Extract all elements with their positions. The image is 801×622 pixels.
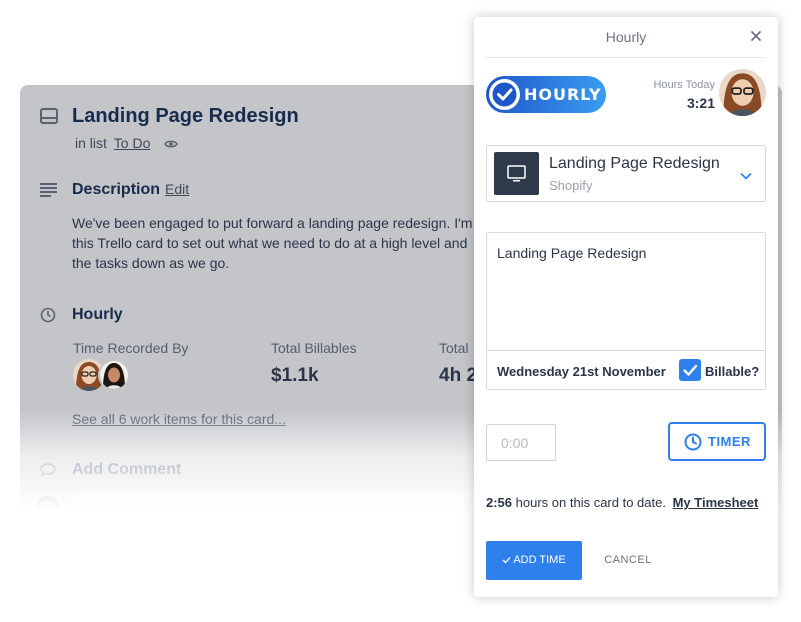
project-select[interactable]: Landing Page Redesign Shopify bbox=[486, 145, 766, 202]
notes-field[interactable]: Landing Page Redesign Wednesday 21st Nov… bbox=[486, 232, 766, 390]
total-billables-value: $1.1k bbox=[271, 365, 319, 386]
clock-icon bbox=[40, 307, 56, 328]
list-link[interactable]: To Do bbox=[114, 135, 151, 151]
eye-icon[interactable] bbox=[164, 136, 179, 152]
notes-footer: Wednesday 21st November Billable? bbox=[487, 350, 765, 389]
avatar[interactable] bbox=[98, 359, 130, 391]
comment-icon bbox=[40, 463, 56, 482]
description-text[interactable]: We've been engaged to put forward a land… bbox=[72, 213, 482, 273]
hours-today-value: 3:21 bbox=[686, 95, 715, 111]
check-icon bbox=[502, 557, 511, 564]
time-recorded-label: Time Recorded By bbox=[73, 340, 189, 356]
avatar[interactable] bbox=[719, 69, 766, 116]
total-billables-label: Total Billables bbox=[271, 340, 357, 356]
hourly-panel: Hourly HOURLY Hours Today 3:21 Landing P… bbox=[474, 17, 778, 597]
notes-value: Landing Page Redesign bbox=[497, 245, 647, 261]
add-time-label: ADD TIME bbox=[486, 554, 582, 566]
card-title[interactable]: Landing Page Redesign bbox=[72, 105, 299, 128]
description-line: this Trello card to set out what we need… bbox=[72, 235, 468, 251]
hours-to-date: 2:56 hours on this card to date. My Time… bbox=[486, 495, 758, 510]
hours-to-date-value: 2:56 bbox=[486, 495, 513, 510]
check-icon bbox=[489, 79, 520, 110]
panel-divider bbox=[486, 57, 766, 58]
logo-text: HOURLY bbox=[524, 85, 602, 104]
hourly-heading: Hourly bbox=[72, 306, 123, 323]
timer-label: TIMER bbox=[708, 434, 751, 449]
in-list-prefix: in list bbox=[75, 135, 107, 151]
total-value: 4h 2 bbox=[439, 365, 478, 386]
my-timesheet-link[interactable]: My Timesheet bbox=[673, 495, 759, 510]
timer-icon bbox=[684, 433, 702, 451]
billable-checkbox[interactable] bbox=[679, 359, 701, 381]
total-label: Total bbox=[439, 340, 469, 356]
description-heading-text: Description bbox=[72, 181, 161, 198]
hours-today-label: Hours Today bbox=[653, 79, 715, 91]
edit-description-link[interactable]: Edit bbox=[165, 181, 189, 197]
description-heading: Description Edit bbox=[72, 181, 189, 199]
list-breadcrumb: in list To Do bbox=[75, 135, 179, 152]
hours-to-date-suffix: hours on this card to date. bbox=[515, 495, 666, 510]
hourly-logo: HOURLY bbox=[486, 76, 606, 113]
add-time-button[interactable]: ADD TIME bbox=[486, 541, 582, 580]
avatar[interactable] bbox=[29, 492, 66, 529]
billable-label: Billable? bbox=[705, 364, 760, 379]
project-name: Landing Page Redesign bbox=[549, 155, 720, 172]
chevron-down-icon[interactable] bbox=[739, 168, 753, 180]
description-line: the tasks down as we go. bbox=[72, 255, 230, 271]
time-input[interactable]: 0:00 bbox=[486, 424, 556, 461]
description-icon bbox=[40, 183, 57, 202]
add-comment-heading: Add Comment bbox=[72, 461, 182, 478]
see-all-work-items-link[interactable]: See all 6 work items for this card... bbox=[72, 411, 286, 427]
close-icon[interactable] bbox=[749, 29, 763, 43]
card-icon bbox=[40, 108, 58, 129]
description-line: We've been engaged to put forward a land… bbox=[72, 215, 473, 231]
add-time-text: ADD TIME bbox=[513, 554, 566, 566]
client-name: Shopify bbox=[549, 178, 593, 193]
date-label[interactable]: Wednesday 21st November bbox=[497, 364, 666, 379]
cancel-label: CANCEL bbox=[604, 554, 652, 566]
monitor-icon bbox=[494, 152, 539, 195]
screen: Landing Page Redesign in list To Do Desc… bbox=[0, 0, 801, 622]
comment-input[interactable]: Write a comment... bbox=[72, 492, 502, 532]
timer-button[interactable]: TIMER bbox=[668, 422, 766, 461]
cancel-button[interactable]: CANCEL bbox=[596, 541, 660, 580]
panel-title: Hourly bbox=[605, 29, 647, 45]
